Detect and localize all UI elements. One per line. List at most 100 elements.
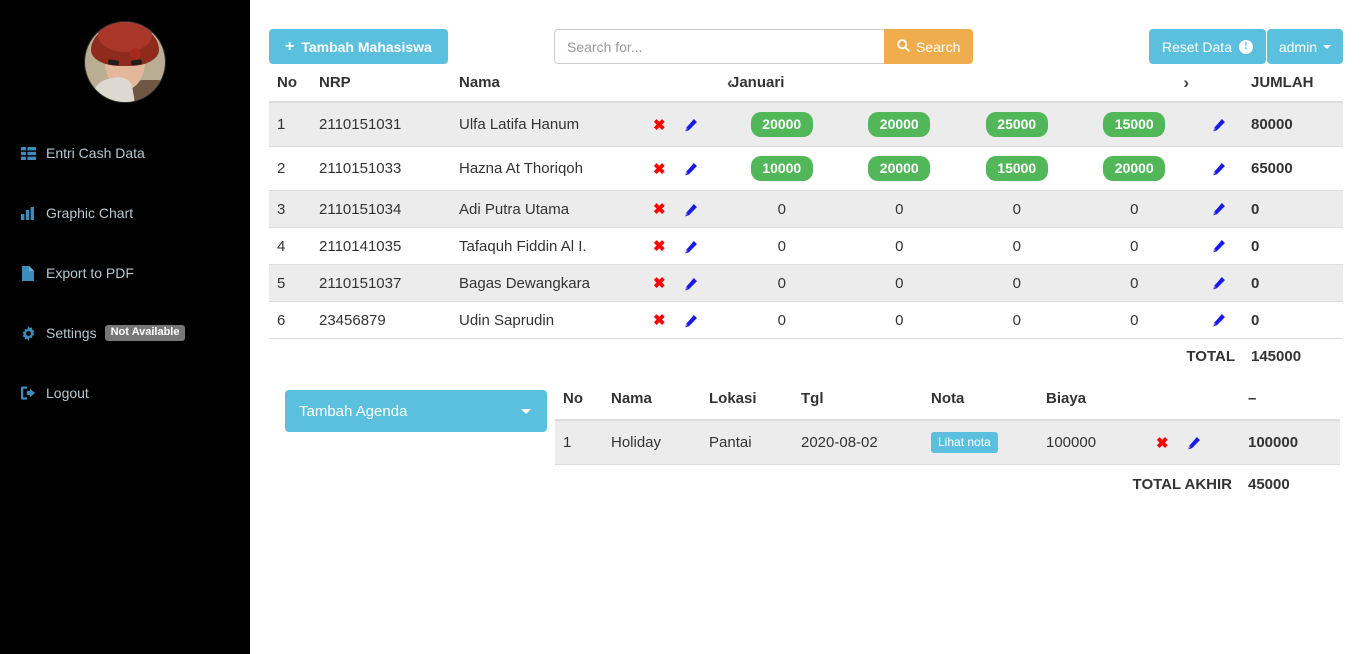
col-agenda-nama: Nama	[603, 380, 701, 421]
cell-week-3: 25000	[958, 101, 1076, 147]
pencil-icon[interactable]	[683, 314, 698, 329]
cell-week-1: 20000	[723, 101, 841, 147]
next-month-button[interactable]: ›	[1179, 74, 1193, 91]
cell-week-2[interactable]: 0	[840, 301, 958, 339]
prev-month-button[interactable]: ‹	[723, 74, 737, 91]
cell-nrp: 2110151031	[311, 101, 451, 147]
cell-no: 2	[269, 146, 311, 191]
pencil-icon[interactable]	[1186, 436, 1201, 451]
cell-row-edit	[1193, 264, 1243, 302]
table-row: 1 Holiday Pantai 2020-08-02 Lihat nota 1…	[555, 419, 1340, 465]
cell-agenda-nama: Holiday	[603, 419, 701, 465]
col-actions	[641, 66, 723, 103]
cell-week-4[interactable]: 0	[1075, 190, 1193, 228]
sidebar-item-entri-cash-data[interactable]: Entri Cash Data	[0, 138, 250, 168]
cell-week-2[interactable]: 0	[840, 264, 958, 302]
cell-week-2[interactable]: 0	[840, 227, 958, 265]
sidebar-item-label: Settings	[46, 325, 97, 341]
cell-week-3[interactable]: 0	[958, 227, 1076, 265]
col-agenda-actions	[1148, 380, 1240, 421]
add-agenda-dropdown-button[interactable]: Tambah Agenda	[285, 390, 547, 432]
pencil-icon[interactable]	[683, 203, 698, 218]
sidebar-item-settings[interactable]: Settings Not Available	[0, 318, 250, 348]
delete-icon[interactable]: ✖	[653, 201, 666, 218]
reset-data-button[interactable]: Reset Data !	[1148, 29, 1266, 64]
cell-no: 3	[269, 190, 311, 228]
sidebar-item-logout[interactable]: Logout	[0, 378, 250, 408]
cell-nama: Adi Putra Utama	[451, 190, 641, 228]
amount-badge[interactable]: 25000	[985, 112, 1048, 137]
delete-icon[interactable]: ✖	[1156, 435, 1169, 452]
cell-row-edit	[1193, 101, 1243, 147]
view-nota-badge[interactable]: Lihat nota	[931, 432, 998, 453]
pencil-icon[interactable]	[1211, 276, 1226, 291]
final-total-label: TOTAL AKHIR	[555, 464, 1240, 504]
amount-badge[interactable]: 15000	[1103, 112, 1166, 137]
amount-badge[interactable]: 20000	[750, 112, 813, 137]
cell-week-1[interactable]: 0	[723, 264, 841, 302]
cash-table-container: No NRP Nama ‹ Januari › JUMLAH 1 2110151…	[250, 66, 1366, 374]
search-button[interactable]: Search	[884, 29, 974, 64]
admin-dropdown-button[interactable]: admin	[1266, 29, 1343, 64]
cell-week-3[interactable]: 0	[958, 190, 1076, 228]
cell-actions: ✖	[641, 146, 723, 191]
final-total-row: TOTAL AKHIR 45000	[555, 464, 1340, 504]
cell-agenda-no: 1	[555, 419, 603, 465]
amount-badge[interactable]: 10000	[750, 156, 813, 181]
delete-icon[interactable]: ✖	[653, 161, 666, 178]
cell-week-4: 20000	[1075, 146, 1193, 191]
delete-icon[interactable]: ✖	[653, 275, 666, 292]
table-row: 5 2110151037 Bagas Dewangkara ✖ 0 0 0 0	[269, 264, 1343, 302]
amount-badge[interactable]: 15000	[985, 156, 1048, 181]
cell-actions: ✖	[641, 190, 723, 228]
chevron-down-icon	[521, 409, 531, 414]
total-value: 145000	[1243, 338, 1343, 374]
delete-icon[interactable]: ✖	[653, 312, 666, 329]
gear-icon	[18, 325, 38, 341]
delete-icon[interactable]: ✖	[653, 117, 666, 134]
cell-week-4[interactable]: 0	[1075, 264, 1193, 302]
agenda-table: No Nama Lokasi Tgl Nota Biaya – 1 Holida…	[555, 380, 1340, 504]
chevron-down-icon	[1323, 44, 1331, 49]
cell-week-3[interactable]: 0	[958, 264, 1076, 302]
cell-no: 1	[269, 101, 311, 147]
sidebar-item-export-to-pdf[interactable]: Export to PDF	[0, 258, 250, 288]
amount-badge[interactable]: 20000	[868, 156, 931, 181]
cell-week-4: 15000	[1075, 101, 1193, 147]
pencil-icon[interactable]	[1211, 239, 1226, 254]
cell-row-edit	[1193, 190, 1243, 228]
cell-nrp: 23456879	[311, 301, 451, 339]
pencil-icon[interactable]	[683, 240, 698, 255]
th-list-icon	[18, 146, 38, 160]
pencil-icon[interactable]	[683, 118, 698, 133]
cell-week-3[interactable]: 0	[958, 301, 1076, 339]
pencil-icon[interactable]	[1211, 118, 1226, 133]
amount-badge[interactable]: 20000	[1103, 156, 1166, 181]
cell-week-1[interactable]: 0	[723, 227, 841, 265]
file-icon	[18, 265, 38, 281]
search-group: Search	[554, 29, 974, 64]
cash-table: No NRP Nama ‹ Januari › JUMLAH 1 2110151…	[269, 66, 1343, 374]
cell-jumlah: 0	[1243, 190, 1343, 228]
cell-actions: ✖	[641, 264, 723, 302]
search-input[interactable]	[554, 29, 884, 64]
sidebar-item-label: Entri Cash Data	[46, 145, 145, 161]
pencil-icon[interactable]	[1211, 202, 1226, 217]
add-mahasiswa-button[interactable]: + Tambah Mahasiswa	[269, 29, 448, 64]
cash-table-head: No NRP Nama ‹ Januari › JUMLAH	[269, 66, 1343, 103]
cell-week-4[interactable]: 0	[1075, 301, 1193, 339]
pencil-icon[interactable]	[1211, 313, 1226, 328]
cell-week-1[interactable]: 0	[723, 301, 841, 339]
sidebar-item-graphic-chart[interactable]: Graphic Chart	[0, 198, 250, 228]
pencil-icon[interactable]	[1211, 162, 1226, 177]
cell-nrp: 2110151034	[311, 190, 451, 228]
agenda-table-body: 1 Holiday Pantai 2020-08-02 Lihat nota 1…	[555, 419, 1340, 504]
cell-week-4[interactable]: 0	[1075, 227, 1193, 265]
cell-week-1[interactable]: 0	[723, 190, 841, 228]
pencil-icon[interactable]	[683, 162, 698, 177]
pencil-icon[interactable]	[683, 277, 698, 292]
amount-badge[interactable]: 20000	[868, 112, 931, 137]
cell-week-2[interactable]: 0	[840, 190, 958, 228]
delete-icon[interactable]: ✖	[653, 238, 666, 255]
cell-jumlah: 0	[1243, 301, 1343, 339]
